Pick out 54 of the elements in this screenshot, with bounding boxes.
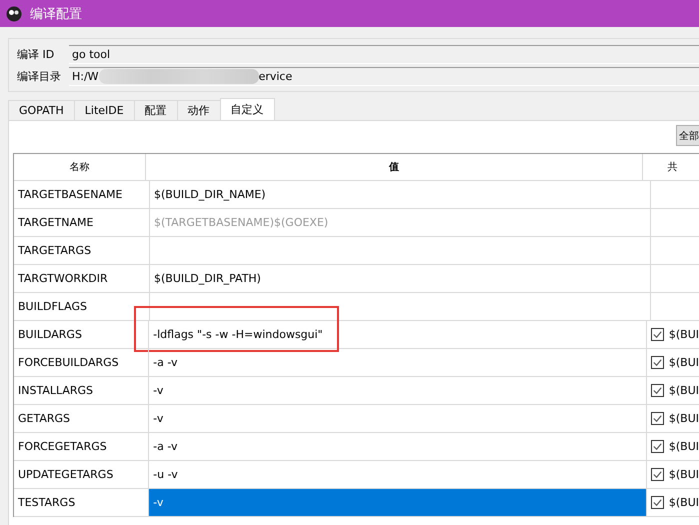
name-cell-text: TARGTWORKDIR <box>17 271 109 287</box>
value-cell[interactable]: $(BUILD_DIR_NAME) <box>149 181 650 208</box>
value-cell[interactable]: -ldflags "-s -w -H=windowsgui" <box>148 321 646 348</box>
name-cell-text: FORCEGETARGS <box>17 439 108 455</box>
value-cell[interactable]: -a -v <box>148 433 646 460</box>
checkbox[interactable] <box>650 468 664 481</box>
build-dir-field[interactable]: H:/W ervice <box>69 67 699 86</box>
check-icon <box>652 497 663 508</box>
name-cell-text: FORCEBUILDARGS <box>17 355 120 371</box>
name-cell-text: GETARGS <box>17 411 72 427</box>
value-cell[interactable]: -v <box>148 377 646 404</box>
shared-value: $(BUI <box>668 468 699 481</box>
check-icon <box>652 385 663 396</box>
check-icon <box>652 357 663 368</box>
name-cell-text: TESTARGS <box>17 495 76 511</box>
build-id-field[interactable]: go tool <box>69 45 699 64</box>
checkbox[interactable] <box>650 356 664 369</box>
all-button[interactable]: 全部 <box>676 125 699 146</box>
name-cell-text: BUILDARGS <box>17 327 83 343</box>
column-header: 值 <box>145 154 642 180</box>
check-icon <box>652 469 663 480</box>
value-cell[interactable]: -v <box>148 489 646 516</box>
tab[interactable]: GOPATH <box>8 100 75 120</box>
checkbox[interactable] <box>650 328 664 341</box>
value-cell[interactable]: -a -v <box>148 349 646 376</box>
app-icon <box>6 6 22 22</box>
shared-value: $(BUI <box>668 440 699 453</box>
name-cell-text: TARGETNAME <box>17 215 94 231</box>
checkbox[interactable] <box>650 384 664 397</box>
check-icon <box>652 441 663 452</box>
name-cell-text: INSTALLARGS <box>17 383 94 399</box>
checkbox[interactable] <box>650 440 664 453</box>
value-cell[interactable]: -v <box>148 405 646 432</box>
check-icon <box>652 329 663 340</box>
name-cell-text: BUILDFLAGS <box>17 299 88 315</box>
field-label: 编译目录 <box>17 69 62 84</box>
name-cell-text: TARGETARGS <box>17 243 92 259</box>
check-icon <box>652 413 663 424</box>
shared-value: $(BUI <box>668 412 699 425</box>
shared-value: $(BUI <box>668 384 699 397</box>
name-cell-text: UPDATEGETARGS <box>17 467 114 483</box>
shared-value: $(BUI <box>668 356 699 369</box>
column-header: 共 <box>642 154 699 180</box>
value-cell[interactable]: $(BUILD_DIR_PATH) <box>149 265 650 292</box>
field-label: 编译 ID <box>17 47 56 62</box>
shared-value: $(BUI <box>668 496 699 509</box>
checkbox[interactable] <box>650 496 664 509</box>
checkbox[interactable] <box>650 412 664 425</box>
column-header: 名称 <box>68 161 90 175</box>
window-title: 编译配置 <box>30 6 82 22</box>
shared-value: $(BUI <box>668 328 699 341</box>
value-cell[interactable]: -u -v <box>148 461 646 488</box>
name-cell-text: TARGETBASENAME <box>17 187 124 203</box>
tab[interactable]: 自定义 <box>220 98 275 120</box>
